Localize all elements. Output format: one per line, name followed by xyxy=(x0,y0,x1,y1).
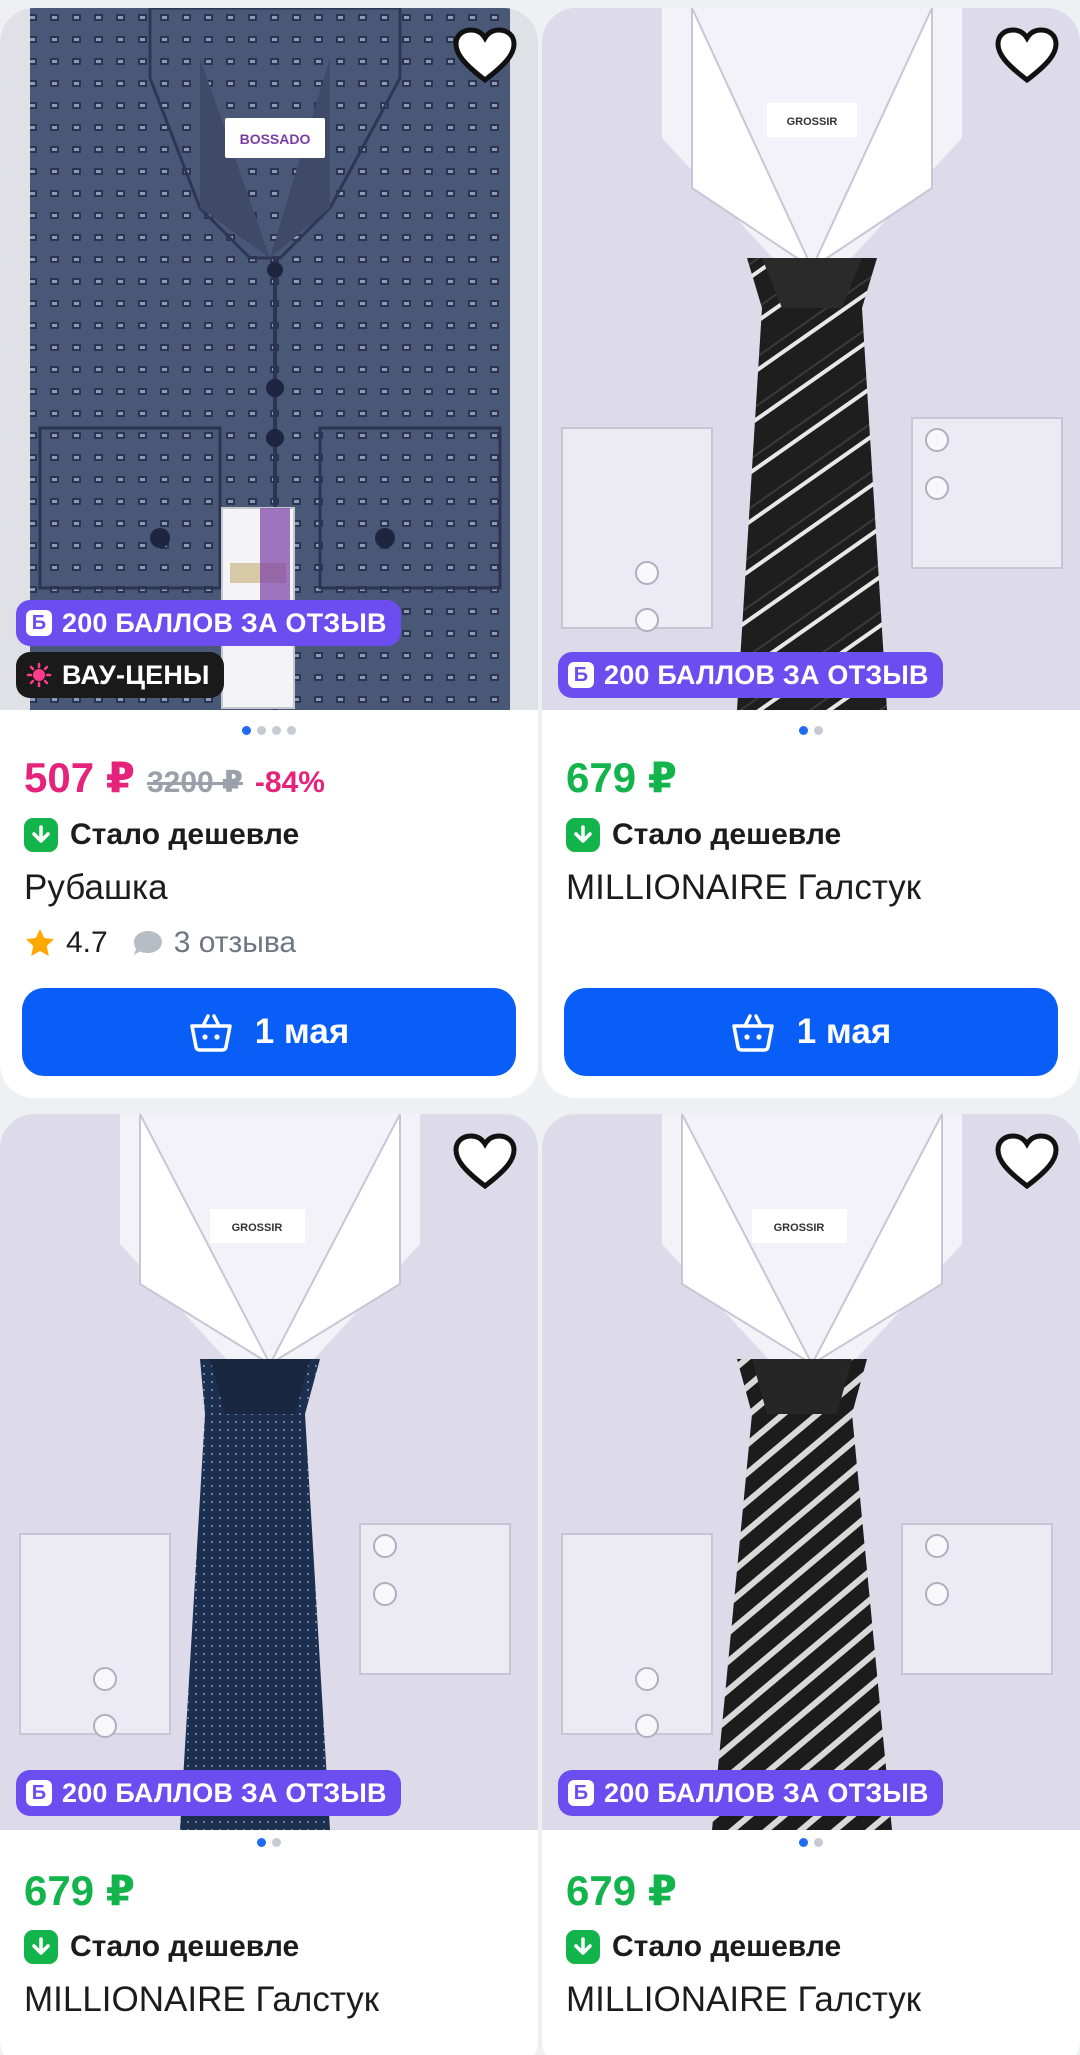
pagination-dot xyxy=(287,726,296,735)
speech-bubble-icon xyxy=(133,931,162,955)
heart-outline-icon[interactable] xyxy=(994,26,1060,86)
delivery-date: 1 мая xyxy=(254,1012,350,1051)
pagination-dot xyxy=(799,1838,808,1847)
points-badge: Б 200 БАЛЛОВ ЗА ОТЗЫВ xyxy=(558,1770,943,1816)
photo-pagination xyxy=(0,1838,538,1852)
current-price: 507 ₽ xyxy=(24,754,135,801)
points-badge: Б 200 БАЛЛОВ ЗА ОТЗЫВ xyxy=(16,600,401,646)
points-badge-label: 200 БАЛЛОВ ЗА ОТЗЫВ xyxy=(604,1777,929,1808)
points-icon: Б xyxy=(26,610,52,636)
points-badge-label: 200 БАЛЛОВ ЗА ОТЗЫВ xyxy=(604,659,929,690)
pagination-dot xyxy=(272,1838,281,1847)
product-card[interactable]: GROSSIR Б 200 БАЛЛОВ ЗА ОТЗЫВ 679 ₽ Стал… xyxy=(542,1114,1080,2055)
points-badge: Б 200 БАЛЛОВ ЗА ОТЗЫВ xyxy=(558,652,943,698)
product-card[interactable]: BOSSADO Б 200 БАЛЛОВ ЗА ОТЗЫВ ВАУ-ЦЕНЫ 5… xyxy=(0,8,538,1098)
shirt-tie-photo-image: GROSSIR xyxy=(542,1114,1080,1830)
basket-icon xyxy=(731,1014,774,1052)
pagination-dot xyxy=(814,726,823,735)
points-badge-label: 200 БАЛЛОВ ЗА ОТЗЫВ xyxy=(62,1777,387,1808)
product-title[interactable]: MILLIONAIRE Галстук xyxy=(566,1980,1060,2020)
add-to-cart-button[interactable]: 1 мая xyxy=(564,988,1058,1076)
cheaper-label: Стало дешевле xyxy=(566,1930,1060,1964)
reviews-count: 3 отзыва xyxy=(173,926,297,959)
arrow-down-icon xyxy=(24,1930,58,1964)
star-icon xyxy=(26,929,54,956)
price-row: 679 ₽ xyxy=(24,1866,518,1915)
points-icon: Б xyxy=(568,1780,594,1806)
heart-outline-icon[interactable] xyxy=(994,1132,1060,1192)
sun-icon xyxy=(26,662,52,688)
pagination-dot xyxy=(257,726,266,735)
price-row: 679 ₽ xyxy=(566,753,1060,802)
rating-row[interactable]: 4.7 3 отзыва xyxy=(24,926,518,960)
current-price: 679 ₽ xyxy=(566,754,677,801)
photo-pagination xyxy=(542,1838,1080,1852)
discount-percent: -84% xyxy=(254,766,325,799)
heart-outline-icon[interactable] xyxy=(452,1132,518,1192)
price-row: 679 ₽ xyxy=(566,1866,1060,1915)
arrow-down-icon xyxy=(566,1930,600,1964)
product-card[interactable]: GROSSIR Б 200 БАЛЛОВ ЗА ОТЗЫВ 679 ₽ Стал… xyxy=(0,1114,538,2055)
svg-text:GROSSIR: GROSSIR xyxy=(774,1222,825,1234)
pagination-dot xyxy=(272,726,281,735)
product-title[interactable]: MILLIONAIRE Галстук xyxy=(24,1980,518,2020)
shirt-tie-photo-image: GROSSIR xyxy=(542,8,1080,710)
product-card[interactable]: GROSSIR Б 200 БАЛЛОВ ЗА ОТЗЫВ 679 ₽ Стал… xyxy=(542,8,1080,1098)
points-icon: Б xyxy=(568,662,594,688)
price-row: 507 ₽ 3200 ₽ -84% xyxy=(24,753,518,802)
cheaper-text: Стало дешевле xyxy=(70,1930,300,1963)
arrow-down-icon xyxy=(24,818,58,852)
current-price: 679 ₽ xyxy=(24,1867,135,1914)
arrow-down-icon xyxy=(566,818,600,852)
cheaper-label: Стало дешевле xyxy=(24,818,518,852)
rating-value: 4.7 xyxy=(66,926,108,959)
wow-price-badge: ВАУ-ЦЕНЫ xyxy=(16,652,224,698)
svg-text:GROSSIR: GROSSIR xyxy=(787,116,838,128)
old-price: 3200 ₽ xyxy=(146,766,243,799)
product-grid: BOSSADO Б 200 БАЛЛОВ ЗА ОТЗЫВ ВАУ-ЦЕНЫ 5… xyxy=(0,0,1080,2055)
points-badge: Б 200 БАЛЛОВ ЗА ОТЗЫВ xyxy=(16,1770,401,1816)
cheaper-label: Стало дешевле xyxy=(566,818,1060,852)
points-icon: Б xyxy=(26,1780,52,1806)
current-price: 679 ₽ xyxy=(566,1867,677,1914)
heart-outline-icon[interactable] xyxy=(452,26,518,86)
cheaper-text: Стало дешевле xyxy=(70,818,300,851)
cheaper-text: Стало дешевле xyxy=(612,1930,842,1963)
photo-pagination xyxy=(0,726,538,740)
product-title[interactable]: MILLIONAIRE Галстук xyxy=(566,868,1060,908)
cheaper-text: Стало дешевле xyxy=(612,818,842,851)
wow-badge-label: ВАУ-ЦЕНЫ xyxy=(62,659,210,690)
svg-text:GROSSIR: GROSSIR xyxy=(232,1222,283,1234)
product-photo[interactable]: GROSSIR Б 200 БАЛЛОВ ЗА ОТЗЫВ xyxy=(542,1114,1080,1830)
pagination-dot xyxy=(814,1838,823,1847)
pagination-dot xyxy=(799,726,808,735)
pagination-dot xyxy=(242,726,251,735)
points-badge-label: 200 БАЛЛОВ ЗА ОТЗЫВ xyxy=(62,607,387,638)
shirt-tie-photo-image: GROSSIR xyxy=(0,1114,538,1830)
svg-text:BOSSADO: BOSSADO xyxy=(240,131,311,147)
pagination-dot xyxy=(257,1838,266,1847)
product-title[interactable]: Рубашка xyxy=(24,868,518,908)
product-photo[interactable]: GROSSIR Б 200 БАЛЛОВ ЗА ОТЗЫВ xyxy=(0,1114,538,1830)
product-photo[interactable]: BOSSADO Б 200 БАЛЛОВ ЗА ОТЗЫВ ВАУ-ЦЕНЫ xyxy=(0,8,538,710)
product-photo[interactable]: GROSSIR Б 200 БАЛЛОВ ЗА ОТЗЫВ xyxy=(542,8,1080,710)
delivery-date: 1 мая xyxy=(796,1012,892,1051)
add-to-cart-button[interactable]: 1 мая xyxy=(22,988,516,1076)
cheaper-label: Стало дешевле xyxy=(24,1930,518,1964)
basket-icon xyxy=(189,1014,232,1052)
photo-pagination xyxy=(542,726,1080,740)
